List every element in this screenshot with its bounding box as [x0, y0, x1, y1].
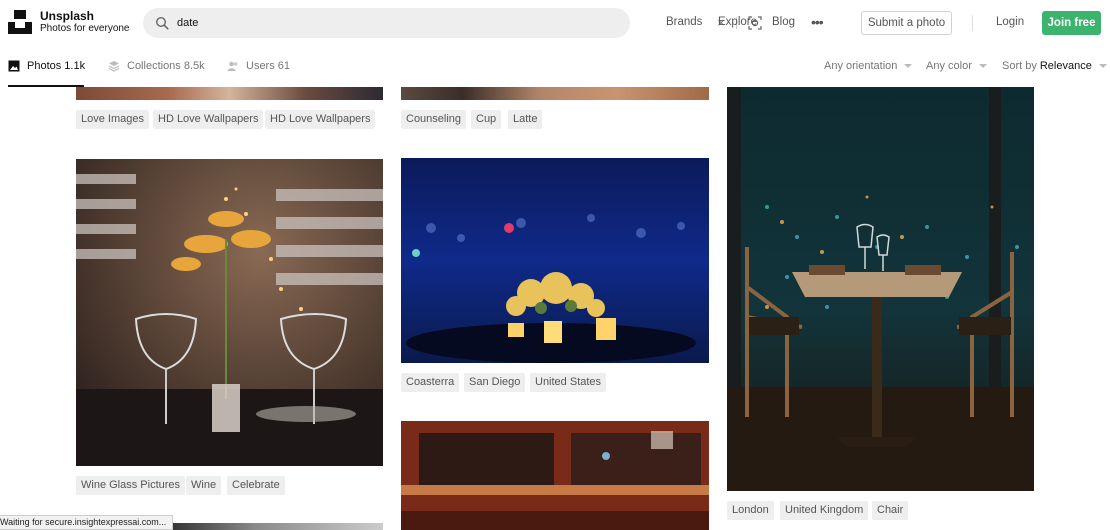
photo-latte-partial[interactable] — [401, 87, 709, 100]
search-bar: × — [143, 8, 762, 38]
brand-tagline: Photos for everyone — [40, 22, 130, 34]
sort-prefix: Sort by — [1002, 60, 1037, 72]
search-icon[interactable] — [155, 16, 169, 30]
tag-united-states[interactable]: United States — [530, 373, 607, 392]
chevron-down-icon — [1098, 64, 1107, 68]
tag-love-images[interactable]: Love Images — [76, 110, 149, 129]
logo-text: Unsplash Photos for everyone — [40, 8, 130, 34]
photo-icon — [8, 60, 20, 72]
chevron-down-icon — [978, 64, 987, 68]
collections-icon — [108, 61, 120, 72]
candles-night-image — [401, 158, 709, 363]
orientation-filter[interactable]: Any orientation — [824, 60, 913, 72]
tag-cup[interactable]: Cup — [471, 110, 502, 129]
sort-value: Relevance — [1039, 60, 1092, 72]
brand-name: Unsplash — [40, 8, 95, 23]
users-icon — [227, 61, 238, 71]
header-divider — [972, 15, 973, 31]
browser-status-bar: Waiting for secure.insightexpressai.com.… — [0, 515, 174, 530]
tag-london[interactable]: London — [727, 501, 774, 520]
color-filter[interactable]: Any color — [926, 60, 987, 72]
photo-love-partial[interactable] — [76, 87, 383, 100]
nav-explore-link[interactable]: Explore — [718, 16, 757, 28]
photo-next-partial[interactable] — [170, 523, 383, 530]
tag-latte[interactable]: Latte — [508, 110, 543, 129]
tag-hd-love-wallpapers[interactable]: HD Love Wallpapers — [153, 110, 264, 129]
top-header: Unsplash Photos for everyone × Brands Ex… — [0, 0, 1110, 46]
tag-united-kingdom[interactable]: United Kingdom — [780, 501, 869, 520]
tab-photos[interactable]: Photos 1.1k — [8, 60, 85, 72]
search-input[interactable] — [177, 14, 557, 32]
tag-counseling[interactable]: Counseling — [401, 110, 467, 129]
tag-wine-glass-pictures[interactable]: Wine Glass Pictures — [76, 476, 186, 495]
tab-collections-label: Collections 8.5k — [127, 60, 205, 72]
tag-chair[interactable]: Chair — [872, 501, 909, 520]
join-free-button[interactable]: Join free — [1042, 11, 1101, 35]
nav-blog-link[interactable]: Blog — [772, 16, 795, 28]
sort-filter[interactable]: Sort by Relevance — [1002, 60, 1107, 72]
chevron-down-icon — [904, 64, 913, 68]
tab-collections[interactable]: Collections 8.5k — [108, 60, 205, 72]
tag-hd-love-wallpapers-2[interactable]: HD Love Wallpapers — [265, 110, 376, 129]
tag-san-diego[interactable]: San Diego — [464, 373, 526, 392]
photo-window-partial[interactable] — [401, 421, 709, 530]
unsplash-logo-icon — [8, 10, 32, 34]
photo-wine-glasses[interactable] — [76, 159, 383, 466]
orientation-filter-label: Any orientation — [824, 60, 898, 72]
window-image — [401, 421, 709, 530]
results-tabs-bar: Photos 1.1k Collections 8.5k Users 61 An… — [0, 46, 1110, 87]
wine-glasses-image — [76, 159, 383, 466]
tab-users[interactable]: Users 61 — [227, 60, 290, 72]
login-link[interactable]: Login — [996, 16, 1024, 28]
active-tab-indicator — [8, 85, 84, 87]
tag-wine[interactable]: Wine — [186, 476, 222, 495]
nav-brands-link[interactable]: Brands — [666, 16, 702, 28]
dinner-table-image — [727, 87, 1034, 491]
tag-celebrate[interactable]: Celebrate — [227, 476, 285, 495]
tag-coasterra[interactable]: Coasterra — [401, 373, 460, 392]
tab-photos-label: Photos 1.1k — [27, 60, 86, 72]
photo-dinner-table-city[interactable] — [727, 87, 1034, 491]
photo-candles-night[interactable] — [401, 158, 709, 363]
more-menu-icon[interactable]: ••• — [811, 14, 824, 30]
tab-users-label: Users 61 — [246, 60, 291, 72]
unsplash-logo[interactable]: Unsplash Photos for everyone — [8, 10, 130, 34]
submit-photo-button[interactable]: Submit a photo — [861, 11, 952, 35]
color-filter-label: Any color — [926, 60, 972, 72]
